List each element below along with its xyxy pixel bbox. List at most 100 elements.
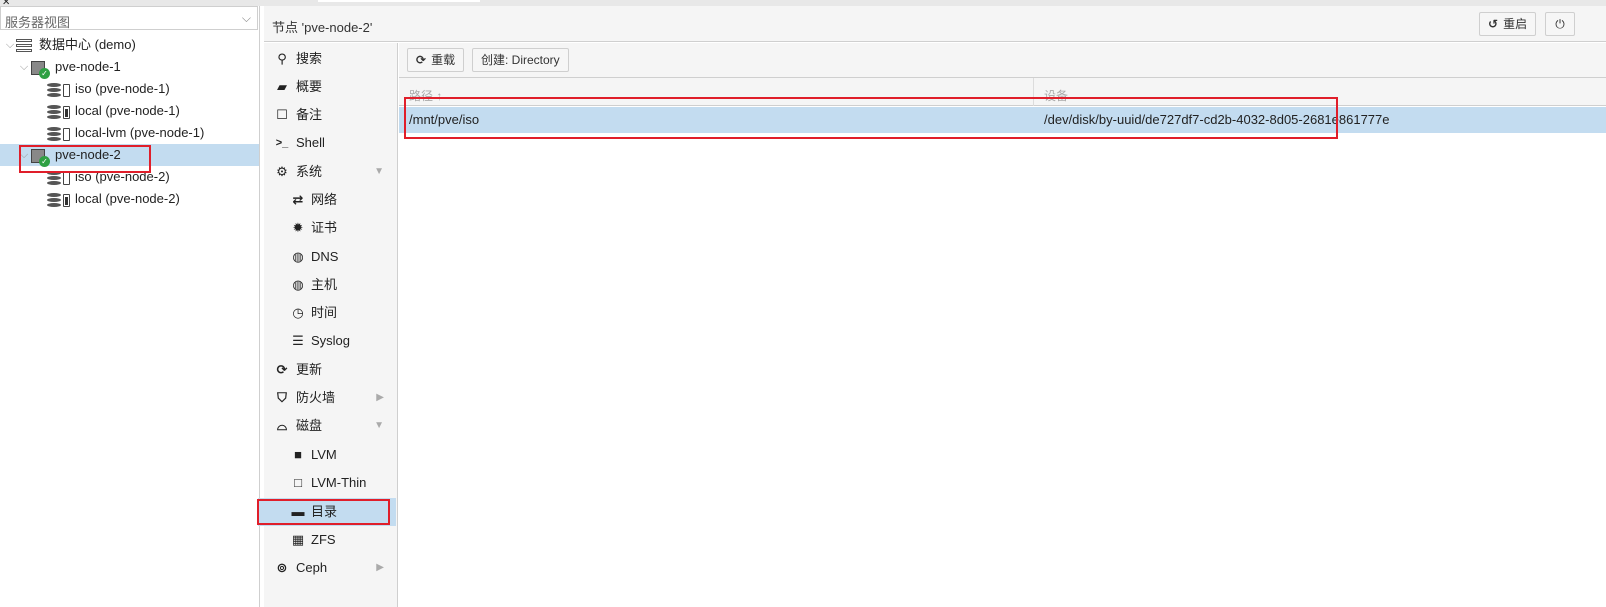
nav-item-search[interactable]: ⚲ 搜索	[264, 45, 398, 73]
nav-item-label: 系统	[296, 164, 323, 179]
content-header: 节点 'pve-node-2' ↺ 重启 ⏻	[264, 6, 1606, 42]
nav-item-label: Shell	[296, 135, 325, 150]
nav-item-lvm-thin[interactable]: □ LVM-Thin	[264, 469, 398, 497]
collapse-icon[interactable]: ⌵	[4, 34, 16, 56]
nav-item-notes[interactable]: ☐ 备注	[264, 101, 398, 129]
nav-item-time[interactable]: ◷ 时间	[264, 299, 398, 327]
power-icon: ⏻	[1555, 17, 1565, 31]
note-icon: ☐	[276, 107, 288, 122]
create-label: 创建: Directory	[481, 53, 560, 67]
page-title: 节点 'pve-node-2'	[272, 20, 373, 35]
nav-item-label: Ceph	[296, 560, 328, 575]
tree-item-label: pve-node-1	[55, 59, 121, 74]
reload-label: 重载	[431, 53, 456, 67]
browser-tab[interactable]	[318, 0, 480, 2]
tree-item-pve-node-1[interactable]: ⌵ ✓ pve-node-1	[0, 56, 259, 79]
nav-item-certificates[interactable]: ✹ 证书	[264, 214, 398, 242]
list-icon: ☰	[292, 333, 304, 348]
reboot-label: 重启	[1503, 17, 1528, 31]
resource-tree-panel: 服务器视图 ⌵ ⌵ 数据中心 (demo) ⌵ ✓ pve-node-1 iso…	[0, 6, 260, 607]
reload-button[interactable]: ⟳ 重载	[407, 48, 465, 72]
th-large-icon: ▦	[291, 532, 305, 547]
nav-item-label: 证书	[311, 220, 338, 235]
globe-icon: ◍	[292, 249, 304, 264]
refresh-icon: ⟳	[416, 53, 427, 67]
tree-item-label: local (pve-node-1)	[75, 103, 180, 118]
tree-item-storage[interactable]: local-lvm (pve-node-1)	[0, 122, 259, 144]
search-icon: ⚲	[277, 51, 287, 66]
terminal-icon: >_	[275, 137, 289, 149]
exchange-icon: ⇄	[292, 192, 304, 207]
gears-icon: ⚙	[276, 164, 288, 179]
storage-icon	[47, 104, 63, 119]
view-selector-label: 服务器视图	[5, 15, 71, 30]
nav-item-zfs[interactable]: ▦ ZFS	[264, 526, 398, 554]
nav-item-firewall[interactable]: ⛉ 防火墙 ▶	[264, 384, 398, 412]
datacenter-icon	[16, 38, 32, 52]
shield-icon: ⛉	[277, 390, 287, 405]
nav-item-label: Syslog	[311, 333, 351, 348]
tree-item-label: local (pve-node-2)	[75, 191, 180, 206]
storage-icon	[47, 126, 63, 141]
nav-item-label: 更新	[296, 362, 323, 377]
node-nav-menu: ⚲ 搜索 ▰ 概要 ☐ 备注 >_ Shell ⚙ 系统 ▼ ⇄ 网络 ✹ 证书…	[257, 43, 398, 607]
book-icon: ▰	[277, 79, 287, 94]
nav-item-label: 概要	[296, 79, 323, 94]
nav-item-label: 磁盘	[296, 418, 323, 433]
clock-icon: ◷	[292, 305, 304, 320]
node-online-icon: ✓	[31, 60, 50, 79]
nav-item-network[interactable]: ⇄ 网络	[264, 186, 398, 214]
directory-panel: ⟳ 重载 创建: Directory 路径 ↑ 设备 /mnt/pve/iso /…	[399, 43, 1606, 607]
nav-item-dns[interactable]: ◍ DNS	[264, 243, 398, 271]
collapse-arrow-icon[interactable]: ▼	[374, 412, 384, 440]
nav-item-label: LVM-Thin	[311, 475, 367, 490]
tree-item-storage[interactable]: local (pve-node-2)	[0, 188, 259, 210]
tree-item-label: iso (pve-node-1)	[75, 81, 170, 96]
nav-item-summary[interactable]: ▰ 概要	[264, 73, 398, 101]
nav-item-label: DNS	[311, 249, 339, 264]
nav-item-ceph[interactable]: ⊚ Ceph ▶	[264, 554, 398, 582]
tree-item-storage[interactable]: iso (pve-node-1)	[0, 78, 259, 100]
collapse-arrow-icon[interactable]: ▼	[374, 158, 384, 186]
nav-item-label: 搜索	[296, 51, 323, 66]
expand-arrow-icon[interactable]: ▶	[376, 554, 384, 582]
nav-item-system[interactable]: ⚙ 系统 ▼	[264, 158, 398, 186]
view-selector[interactable]: 服务器视图 ⌵	[0, 6, 258, 30]
shutdown-button[interactable]: ⏻	[1545, 12, 1575, 36]
nav-item-hosts[interactable]: ◍ 主机	[264, 271, 398, 299]
storage-icon	[47, 192, 63, 207]
ceph-icon: ⊚	[276, 560, 288, 575]
toolbar: ⟳ 重载 创建: Directory	[399, 43, 1606, 78]
chevron-down-icon[interactable]: ⌵	[242, 11, 251, 26]
highlight-box	[19, 145, 151, 173]
undo-icon: ↺	[1488, 17, 1499, 31]
certificate-icon: ✹	[292, 220, 304, 235]
nav-item-label: ZFS	[311, 532, 336, 547]
nav-item-label: LVM	[311, 447, 337, 462]
square-outline-icon: □	[294, 475, 302, 490]
nav-item-label: 时间	[311, 305, 338, 320]
nav-item-lvm[interactable]: ■ LVM	[264, 441, 398, 469]
nav-item-updates[interactable]: ⟳ 更新	[264, 356, 398, 384]
reboot-button[interactable]: ↺ 重启	[1479, 12, 1537, 36]
tree: ⌵ 数据中心 (demo) ⌵ ✓ pve-node-1 iso (pve-no…	[0, 30, 259, 210]
nav-item-label: 主机	[311, 277, 338, 292]
nav-item-shell[interactable]: >_ Shell	[264, 129, 398, 157]
collapse-icon[interactable]: ⌵	[18, 56, 30, 78]
tree-item-label: 数据中心 (demo)	[39, 37, 136, 52]
highlight-box	[404, 97, 1338, 139]
tree-item-label: local-lvm (pve-node-1)	[75, 125, 205, 140]
expand-arrow-icon[interactable]: ▶	[376, 384, 384, 412]
hdd-icon: ⌓	[276, 418, 288, 433]
nav-item-label: 防火墙	[296, 390, 336, 405]
tree-item-datacenter[interactable]: ⌵ 数据中心 (demo)	[0, 34, 259, 56]
nav-item-disks[interactable]: ⌓ 磁盘 ▼	[264, 412, 398, 440]
create-directory-button[interactable]: 创建: Directory	[472, 48, 569, 72]
nav-item-label: 备注	[296, 107, 323, 122]
nav-item-label: 网络	[311, 192, 338, 207]
nav-item-syslog[interactable]: ☰ Syslog	[264, 327, 398, 355]
tree-item-storage[interactable]: local (pve-node-1)	[0, 100, 259, 122]
square-icon: ■	[294, 447, 302, 462]
refresh-icon: ⟳	[276, 362, 288, 377]
storage-icon	[47, 82, 63, 97]
